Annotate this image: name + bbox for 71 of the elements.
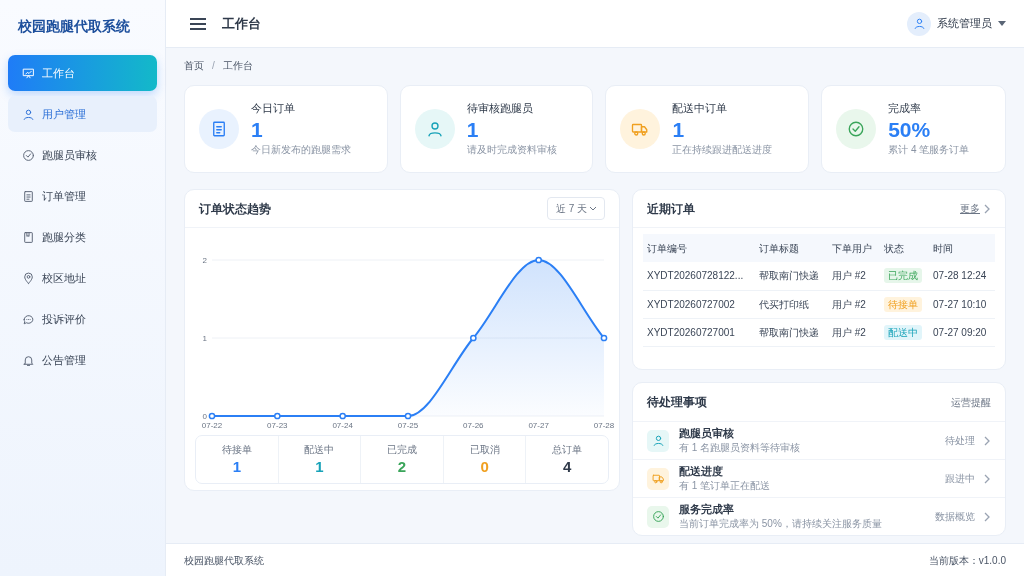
table-cell: 帮取南门快递	[754, 318, 828, 346]
stat-label: 完成率	[888, 101, 923, 117]
axis-label: 07-28	[593, 421, 615, 430]
summary-label: 已完成	[386, 443, 418, 457]
status-tag: 配送中	[883, 324, 922, 340]
stat-note: 累计 4 笔服务订单	[888, 142, 970, 157]
task-title: 跑腿员审核	[679, 427, 735, 441]
axis-label: 0	[202, 412, 207, 421]
breadcrumb-separator: /	[212, 59, 215, 73]
summary-value: 2	[396, 457, 408, 477]
version-text: 当前版本：v1.0.0	[928, 553, 1006, 568]
task-status: 待处理	[945, 434, 975, 448]
summary-label: 待接单	[220, 443, 253, 457]
column-header: 订单编号	[643, 234, 755, 262]
page-title: 工作台	[222, 14, 261, 33]
axis-label: 07-24	[332, 421, 353, 430]
summary-value: 4	[562, 457, 573, 477]
summary-value: 1	[314, 457, 325, 477]
summary-label: 已取消	[468, 443, 501, 457]
stat-note: 今日新发布的跑腿需求	[251, 142, 351, 157]
status-tag: 待接单	[883, 296, 922, 312]
stat-value: 1	[672, 116, 686, 142]
stat-label: 配送中订单	[672, 101, 729, 117]
axis-label: 07-26	[463, 421, 484, 430]
stat-value: 50%	[888, 116, 932, 142]
axis-label: 07-25	[397, 421, 419, 430]
footer-text: 校园跑腿代取系统	[184, 553, 264, 568]
status-tag: 已完成	[883, 268, 922, 284]
table-cell: XYDT20260727001	[643, 318, 755, 346]
summary-label: 配送中	[303, 443, 336, 457]
task-description: 当前订单完成率为 50%，请持续关注服务质量	[679, 516, 882, 530]
table-cell: 帮取南门快递	[754, 262, 828, 290]
column-header: 下单用户	[828, 234, 880, 262]
summary-value: 0	[479, 457, 490, 477]
table-cell: 用户 #2	[828, 262, 880, 290]
task-title: 服务完成率	[679, 503, 735, 517]
stat-label: 待审核跑腿员	[466, 101, 534, 117]
stat-note: 请及时完成资料审核	[466, 142, 557, 157]
card-title: 待处理事项	[647, 394, 707, 411]
column-header: 订单标题	[754, 234, 828, 262]
task-description: 有 1 笔订单正在配送	[679, 478, 771, 492]
summary-label: 总订单	[551, 443, 584, 457]
axis-label: 1	[202, 334, 207, 343]
card-title: 近期订单	[647, 200, 695, 218]
axis-label: 07-27	[528, 421, 549, 430]
table-cell: XYDT20260727002	[643, 290, 755, 318]
task-description: 有 1 名跑腿员资料等待审核	[679, 440, 801, 454]
breadcrumb-current: 工作台	[222, 59, 253, 73]
stat-note: 正在持续跟进配送进度	[672, 142, 773, 157]
column-header: 状态	[879, 234, 929, 262]
card-subtitle: 运营提醒	[951, 395, 991, 410]
table-cell: 07-27 09:20	[929, 318, 995, 346]
summary-value: 1	[231, 457, 242, 477]
axis-label: 2	[202, 256, 207, 265]
table-cell: 代买打印纸	[754, 290, 828, 318]
table-cell: 用户 #2	[828, 318, 880, 346]
table-cell: 07-27 10:10	[929, 290, 995, 318]
table-cell: 用户 #2	[828, 290, 880, 318]
stat-label: 今日订单	[251, 101, 296, 117]
table-cell: 07-28 12:24	[929, 262, 995, 290]
app-logo: 校园跑腿代取系统	[17, 17, 131, 36]
axis-label: 07-22	[201, 421, 223, 430]
task-title: 配送进度	[679, 465, 724, 479]
axis-label: 07-23	[267, 421, 288, 430]
column-header: 时间	[929, 234, 995, 262]
stat-value: 1	[251, 116, 264, 142]
task-status: 跟进中	[945, 472, 975, 486]
stat-value: 1	[466, 116, 480, 142]
table-cell: XYDT20260728122...	[643, 262, 755, 290]
card-title: 订单状态趋势	[199, 200, 271, 218]
task-status: 数据概览	[935, 510, 975, 524]
